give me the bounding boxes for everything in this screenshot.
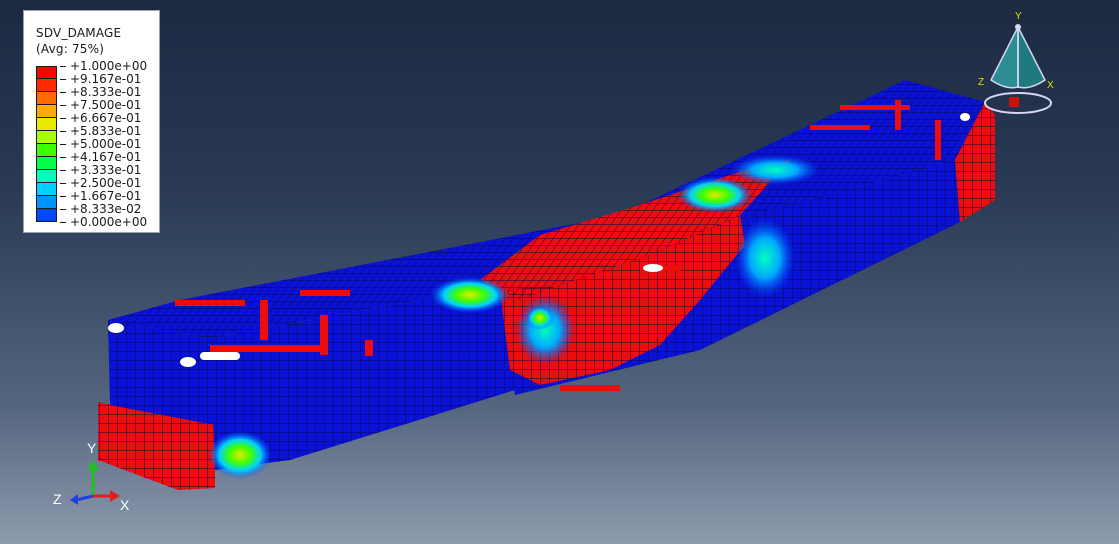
contour-patch bbox=[208, 431, 272, 479]
contour-patch bbox=[730, 155, 820, 185]
legend-swatch bbox=[36, 66, 57, 79]
view-cube[interactable]: Y X Z bbox=[978, 11, 1054, 114]
legend-swatch bbox=[36, 144, 57, 157]
legend-swatch bbox=[36, 105, 57, 118]
legend-swatch bbox=[36, 131, 57, 144]
contour-legend: SDV_DAMAGE (Avg: 75%) +1.000e+00 +9.167e-… bbox=[23, 10, 160, 233]
contour-patch bbox=[430, 277, 510, 313]
triad-y-label: Y bbox=[87, 440, 97, 456]
view-cube-x-label: X bbox=[1047, 80, 1054, 91]
contour-patch bbox=[677, 177, 753, 213]
legend-variable-name: SDV_DAMAGE bbox=[36, 26, 122, 40]
legend-value-label: +0.000e+00 bbox=[63, 216, 147, 229]
legend-swatch bbox=[36, 79, 57, 92]
legend-swatch bbox=[36, 209, 57, 222]
contour-patch bbox=[526, 306, 554, 330]
contour-patch bbox=[515, 295, 575, 365]
legend-swatch bbox=[36, 118, 57, 131]
view-cube-y-label: Y bbox=[1015, 11, 1022, 22]
triad-z-label: Z bbox=[53, 491, 62, 507]
beam-model bbox=[98, 80, 995, 490]
legend-swatch bbox=[36, 170, 57, 183]
view-cube-z-label: Z bbox=[978, 77, 984, 88]
legend-swatch bbox=[36, 92, 57, 105]
legend-color-bar bbox=[36, 66, 60, 222]
legend-averaging-label: (Avg: 75%) bbox=[36, 42, 105, 56]
legend-swatch bbox=[36, 157, 57, 170]
model-viewport[interactable]: Y X Z Y X Z bbox=[0, 0, 1119, 544]
contour-patch bbox=[735, 218, 795, 298]
legend-swatch bbox=[36, 183, 57, 196]
legend-swatch bbox=[36, 196, 57, 209]
triad-x-label: X bbox=[120, 497, 130, 513]
